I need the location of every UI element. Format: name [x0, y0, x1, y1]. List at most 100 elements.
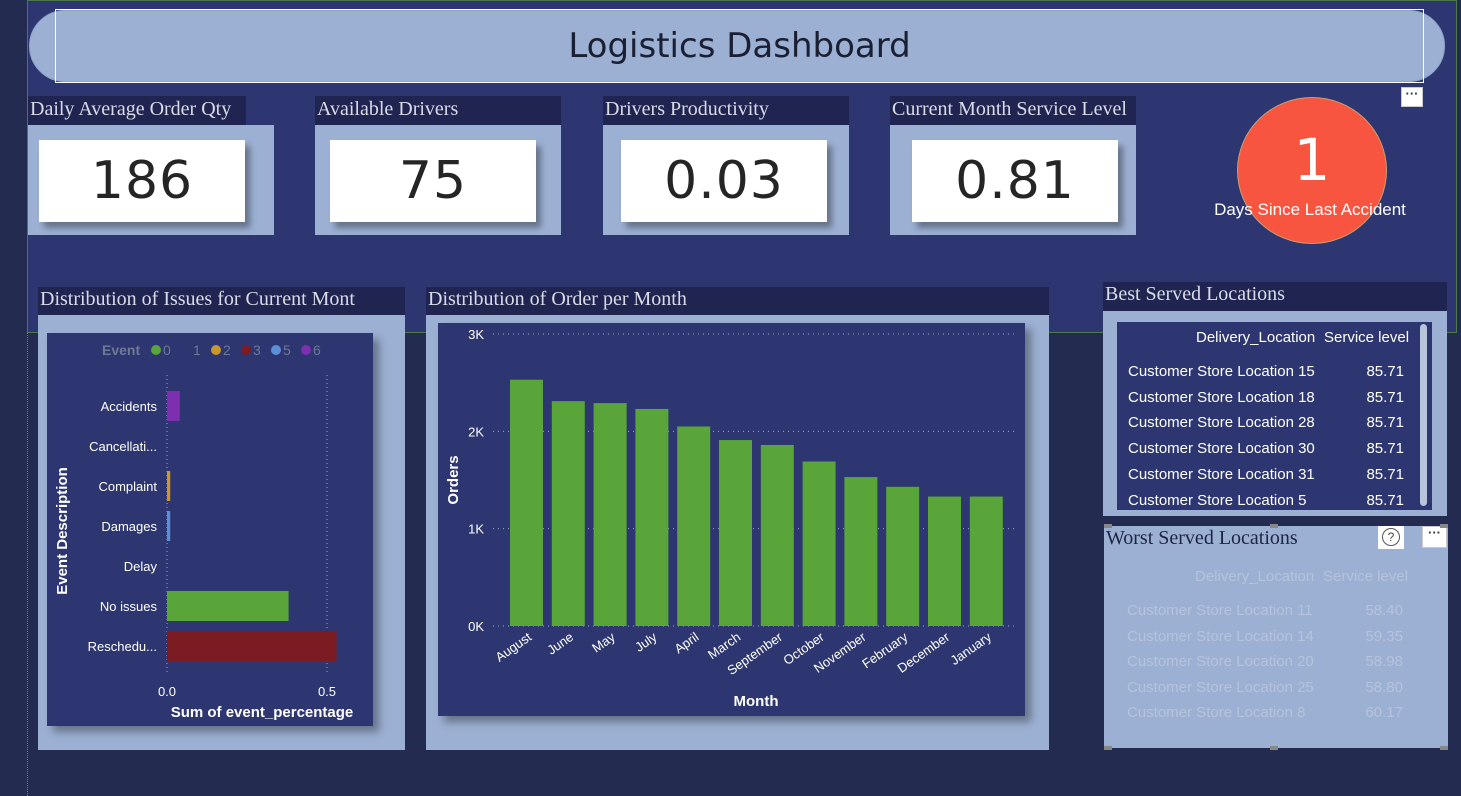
order-bar[interactable] [635, 408, 669, 626]
resize-handle[interactable] [1440, 524, 1448, 528]
table-row[interactable]: Customer Store Location 18 85.71 [1117, 389, 1404, 409]
service-level-value: 85.71 [1366, 414, 1404, 432]
issue-bar[interactable] [167, 391, 180, 421]
title-frame[interactable]: Logistics Dashboard [55, 9, 1424, 83]
x-tick-label: April [672, 629, 702, 656]
issues-chart-svg: Event 0 1 2 3 5 6 0.0 0.5 Accidents Cancellati... C… [54, 342, 354, 721]
resize-handle[interactable] [1104, 746, 1112, 750]
issue-bar[interactable] [167, 511, 171, 541]
order-bar[interactable] [760, 444, 794, 626]
resize-handle[interactable] [1270, 524, 1278, 528]
y-tick-label: Accidents [101, 399, 158, 414]
legend-marker [151, 345, 161, 355]
issue-bar[interactable] [167, 471, 171, 501]
accident-days-label: Days Since Last Accident [1214, 200, 1406, 219]
legend-marker [301, 345, 311, 355]
location-name: Customer Store Location 20 [1127, 653, 1314, 670]
x-tick-label: July [632, 629, 660, 655]
location-name: Customer Store Location 31 [1128, 465, 1315, 483]
table-row[interactable]: Customer Store Location 20 58.98 [1104, 653, 1403, 673]
order-bar[interactable] [844, 477, 878, 626]
x-axis-label: Sum of event_percentage [171, 704, 354, 721]
table-row[interactable]: Customer Store Location 25 58.80 [1104, 679, 1403, 699]
service-level-value: 85.71 [1366, 440, 1404, 458]
table-row[interactable]: Customer Store Location 5 85.71 [1117, 492, 1404, 512]
order-bar[interactable] [551, 401, 585, 626]
best-locations-table[interactable]: Delivery_Location Service level Customer… [1117, 322, 1432, 510]
kpi-value-avg-order[interactable]: 186 [39, 140, 245, 222]
help-button[interactable]: ? [1378, 526, 1404, 549]
y-tick-label: Cancellati... [89, 439, 157, 454]
col-service-level[interactable]: Service level [1323, 568, 1408, 585]
location-name: Customer Store Location 11 [1127, 602, 1313, 619]
worst-more-options-icon[interactable]: ··· [1422, 526, 1447, 548]
y-tick-label: 2K [468, 424, 484, 439]
legend-label[interactable]: 1 [193, 342, 201, 358]
x-axis-label: Month [734, 693, 779, 710]
best-table-scrollbar[interactable] [1420, 324, 1427, 506]
location-name: Customer Store Location 15 [1128, 363, 1315, 380]
y-axis-label: Orders [445, 455, 462, 504]
orders-chart[interactable]: 0K 1K 2K 3K August June May July April March Septe… [438, 323, 1025, 716]
order-bar[interactable] [510, 379, 543, 626]
service-level-value: 59.35 [1365, 627, 1403, 645]
legend-label[interactable]: 3 [253, 342, 261, 358]
order-bar[interactable] [719, 440, 752, 626]
order-bar[interactable] [593, 403, 627, 626]
worst-locations-table[interactable]: Delivery_Location Service level Customer… [1104, 552, 1448, 742]
legend-label[interactable]: 0 [163, 342, 171, 358]
location-name: Customer Store Location 18 [1128, 388, 1315, 406]
canvas-guide [27, 333, 28, 796]
issues-chart[interactable]: Event 0 1 2 3 5 6 0.0 0.5 Accidents Cancellati... C… [47, 333, 373, 726]
kpi-value-service-level[interactable]: 0.81 [912, 140, 1118, 222]
table-row[interactable]: Customer Store Location 8 60.17 [1104, 704, 1403, 724]
service-level-value: 58.40 [1365, 602, 1403, 619]
legend-label[interactable]: 6 [313, 342, 321, 358]
table-row[interactable]: Customer Store Location 15 85.71 [1117, 363, 1404, 383]
resize-handle[interactable] [1440, 746, 1448, 750]
more-options-icon[interactable]: ··· [1401, 87, 1423, 107]
location-name: Customer Store Location 5 [1128, 491, 1307, 509]
x-tick-label: 0.5 [318, 684, 336, 699]
orders-chart-svg: 0K1K2K3KAugust June May July April MarchSepte… [445, 327, 1018, 710]
legend-label[interactable]: 5 [283, 342, 291, 358]
service-level-value: 85.71 [1366, 363, 1404, 380]
order-bar[interactable] [677, 426, 711, 626]
table-row[interactable]: Customer Store Location 14 59.35 [1104, 628, 1403, 648]
kpi-value-available-drivers[interactable]: 75 [330, 140, 536, 222]
worst-locations-header: Worst Served Locations [1106, 527, 1298, 549]
y-tick-label: Delay [124, 559, 158, 574]
table-row[interactable]: Customer Store Location 30 85.71 [1117, 440, 1404, 460]
order-bar[interactable] [969, 496, 1003, 626]
kpi-label-available-drivers: Available Drivers [315, 96, 561, 125]
x-tick-label: January [948, 629, 995, 668]
resize-handle[interactable] [1104, 524, 1112, 528]
order-bar[interactable] [928, 496, 961, 626]
table-row[interactable]: Customer Store Location 28 85.71 [1117, 414, 1404, 434]
order-bar[interactable] [886, 486, 920, 626]
service-level-value: 85.71 [1366, 491, 1404, 509]
x-tick-label: June [544, 629, 576, 657]
location-name: Customer Store Location 14 [1127, 627, 1314, 645]
legend-marker [271, 345, 281, 355]
service-level-value: 60.17 [1365, 704, 1403, 721]
y-tick-label: 3K [468, 327, 484, 342]
table-row[interactable]: Customer Store Location 11 58.40 [1104, 602, 1403, 622]
kpi-label-avg-order: Daily Average Order Qty [28, 96, 246, 125]
best-locations-header: Best Served Locations [1103, 282, 1447, 311]
resize-handle[interactable] [1270, 746, 1278, 750]
table-row[interactable]: Customer Store Location 31 85.71 [1117, 466, 1404, 486]
col-delivery-location[interactable]: Delivery_Location [1195, 568, 1314, 585]
x-tick-label: 0.0 [158, 684, 176, 699]
legend-label[interactable]: 2 [223, 342, 231, 358]
kpi-value-drivers-productivity[interactable]: 0.03 [621, 140, 827, 222]
issue-bar[interactable] [167, 631, 337, 661]
issue-bar[interactable] [167, 591, 289, 621]
legend-marker [211, 345, 221, 355]
order-bar[interactable] [802, 461, 836, 626]
col-service-level[interactable]: Service level [1324, 329, 1409, 346]
location-name: Customer Store Location 8 [1127, 704, 1306, 721]
page-title: Logistics Dashboard [568, 26, 911, 66]
y-axis-label: Event Description [54, 467, 71, 595]
col-delivery-location[interactable]: Delivery_Location [1196, 329, 1315, 346]
